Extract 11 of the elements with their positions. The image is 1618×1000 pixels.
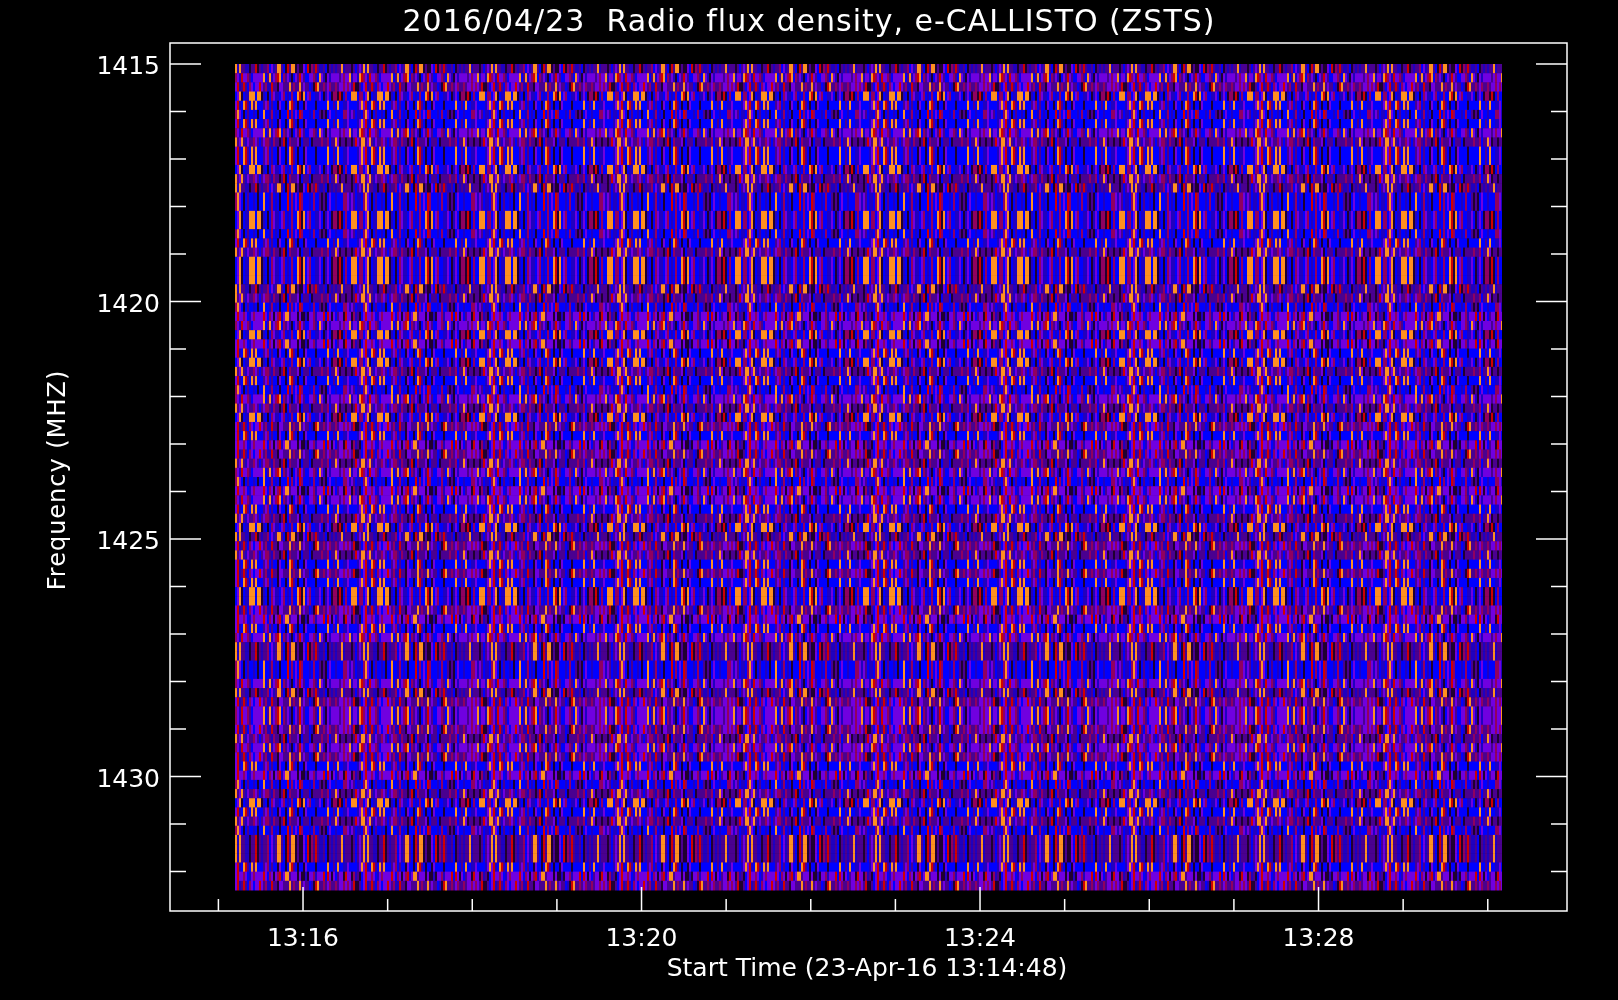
y-tick-label: 1420 xyxy=(96,288,160,318)
y-axis-label: Frequency (MHZ) xyxy=(43,369,71,591)
chart-title: 2016/04/23 Radio flux density, e-CALLISTO (ZSTS) xyxy=(402,3,1216,38)
x-tick-label: 13:20 xyxy=(605,923,678,952)
y-tick-label: 1415 xyxy=(96,51,160,80)
x-tick-label: 13:24 xyxy=(944,923,1016,952)
y-tick-label: 1430 xyxy=(96,763,160,793)
y-tick-label: 1425 xyxy=(96,526,160,555)
x-axis-label: Start Time (23-Apr-16 13:14:48) xyxy=(666,953,1068,982)
x-tick-label: 13:16 xyxy=(267,923,339,952)
x-tick-label: 13:28 xyxy=(1282,923,1355,952)
